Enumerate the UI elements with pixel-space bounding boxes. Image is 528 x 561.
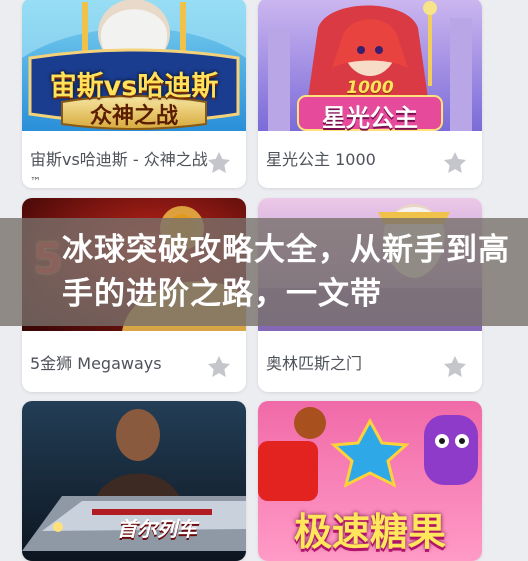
logo-title: 极速糖果 [293, 510, 446, 554]
game-thumbnail[interactable]: 首尔列车 [22, 401, 246, 561]
game-card-zeus-vs-hades[interactable]: 宙斯vs哈迪斯 众神之战 宙斯vs哈迪斯 - 众神之战 ™ [22, 0, 246, 188]
game-card-seoul-train[interactable]: 首尔列车 [22, 401, 246, 561]
game-card-sugar-rush[interactable]: 极速糖果 [258, 401, 482, 561]
game-title: 5金狮 Megaways [30, 354, 162, 373]
article-title: 冰球突破攻略大全，从新手到高手的进阶之路，一文带 [62, 232, 510, 312]
game-card-starlight-princess[interactable]: 1000 星光公主 星光公主 1000 [258, 0, 482, 188]
star-icon[interactable] [206, 150, 232, 176]
game-title: 奥林匹斯之门 [266, 354, 363, 373]
game-title-text: 宙斯vs哈迪斯 - 众神之战 [30, 150, 208, 169]
star-icon[interactable] [442, 354, 468, 380]
game-title: 星光公主 1000 [266, 150, 376, 169]
logo-title: 星光公主 [322, 104, 418, 131]
game-thumbnail[interactable]: 1000 星光公主 [258, 0, 482, 131]
logo-title: 首尔列车 [117, 517, 197, 541]
trademark-suffix: ™ [30, 175, 41, 188]
star-icon[interactable] [206, 354, 232, 380]
game-thumbnail[interactable]: 极速糖果 [258, 401, 482, 561]
logo-line-2: 众神之战 [89, 104, 178, 129]
star-icon[interactable] [442, 150, 468, 176]
game-thumbnail[interactable]: 宙斯vs哈迪斯 众神之战 [22, 0, 246, 131]
logo-number: 1000 [346, 78, 394, 98]
game-title: 宙斯vs哈迪斯 - 众神之战 ™ [30, 148, 208, 188]
article-title-banner[interactable]: 冰球突破攻略大全，从新手到高手的进阶之路，一文带 [0, 218, 528, 326]
